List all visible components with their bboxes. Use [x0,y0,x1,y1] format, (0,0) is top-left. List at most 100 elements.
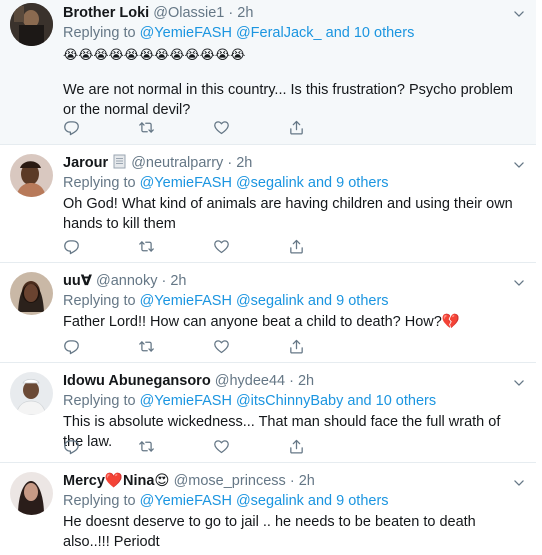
heart-eyes-emoji: 😍 [154,473,170,489]
tweet-header: Jarour @neutralparry · 2h [63,153,524,173]
reply-icon [63,238,80,255]
reply-mentions-link[interactable]: @YemieFASH @segalink [140,175,304,191]
retweet-button[interactable] [138,436,213,456]
replying-to-label: Replying to [63,493,140,509]
user-handle[interactable]: @annoky [96,273,157,289]
reply-mentions-link[interactable]: @YemieFASH @segalink [140,493,304,509]
tweet-actions [63,436,363,456]
reply-others-link[interactable]: and 10 others [343,393,436,409]
like-button[interactable] [213,336,288,356]
replying-to: Replying to @YemieFASH @segalink and 9 o… [63,491,524,511]
share-button[interactable] [288,436,363,456]
avatar[interactable] [10,272,53,315]
reply-mentions-link[interactable]: @YemieFASH @itsChinnyBaby [140,393,344,409]
tweet-item[interactable]: Jarour @neutralparry · 2h Replying to @Y… [0,145,536,263]
chevron-down-icon[interactable] [512,158,526,172]
avatar[interactable] [10,3,53,46]
reply-mentions-link[interactable]: @YemieFASH @segalink [140,293,304,309]
share-button[interactable] [288,336,363,356]
reply-button[interactable] [63,236,138,256]
like-button[interactable] [213,117,288,137]
retweet-button[interactable] [138,117,213,137]
emoji-line: 😭😭😭😭😭😭😭😭😭😭😭😭 [63,47,246,62]
chevron-down-icon[interactable] [512,276,526,290]
retweet-icon [138,338,155,355]
tweet-header: Mercy❤️Nina😍 @mose_princess · 2h [63,471,524,491]
replying-to-label: Replying to [63,293,140,309]
tweet-item[interactable]: uu∀ @annoky · 2h Replying to @YemieFASH … [0,263,536,363]
share-icon [288,238,305,255]
retweet-icon [138,238,155,255]
replying-to-label: Replying to [63,25,140,41]
timestamp[interactable]: 2h [298,373,314,389]
display-name[interactable]: Idowu Abunegansoro [63,373,211,389]
retweet-icon [138,438,155,455]
tweet-text: We are not normal in this country... Is … [63,82,513,118]
share-button[interactable] [288,117,363,137]
separator-dot: · [161,273,167,289]
user-handle[interactable]: @mose_princess [174,473,286,489]
tweet-actions [63,117,363,137]
display-name[interactable]: uu∀ [63,273,92,289]
replying-to-label: Replying to [63,175,140,191]
avatar[interactable] [10,154,53,197]
timestamp[interactable]: 2h [299,473,315,489]
avatar[interactable] [10,372,53,415]
reply-others-link[interactable]: and 9 others [304,493,389,509]
tweet-text: Father Lord!! How can anyone beat a chil… [63,314,460,330]
avatar[interactable] [10,472,53,515]
replying-to: Replying to @YemieFASH @segalink and 9 o… [63,173,524,193]
replying-to: Replying to @YemieFASH @itsChinnyBaby an… [63,391,524,411]
display-name-part[interactable]: Nina [123,473,154,489]
reply-button[interactable] [63,336,138,356]
user-handle[interactable]: @neutralparry [131,155,223,171]
reply-others-link[interactable]: and 9 others [304,175,389,191]
user-handle[interactable]: @hydee44 [215,373,285,389]
share-icon [288,438,305,455]
share-button[interactable] [288,236,363,256]
reply-icon [63,119,80,136]
reply-button[interactable] [63,436,138,456]
tweet-feed: Brother Loki @Olassie1 · 2h Replying to … [0,0,536,555]
share-icon [288,119,305,136]
replying-to: Replying to @YemieFASH @segalink and 9 o… [63,291,524,311]
tweet-item[interactable]: Brother Loki @Olassie1 · 2h Replying to … [0,0,536,145]
retweet-button[interactable] [138,236,213,256]
tweet-item[interactable]: Mercy❤️Nina😍 @mose_princess · 2h Replyin… [0,463,536,555]
user-handle[interactable]: @Olassie1 [153,5,224,21]
retweet-button[interactable] [138,336,213,356]
reply-icon [63,438,80,455]
tweet-text: Oh God! What kind of animals are having … [63,196,513,232]
separator-dot: · [289,473,295,489]
chevron-down-icon[interactable] [512,7,526,21]
tweet-actions [63,236,363,256]
timestamp[interactable]: 2h [237,5,253,21]
reply-others-link[interactable]: and 10 others [322,25,415,41]
separator-dot: · [227,155,233,171]
tweet-item[interactable]: Idowu Abunegansoro @hydee44 · 2h Replyin… [0,363,536,463]
tweet-text: He doesnt deserve to go to jail .. he ne… [63,514,476,550]
document-badge-icon [113,154,126,169]
separator-dot: · [289,373,294,389]
separator-dot: · [228,5,234,21]
timestamp[interactable]: 2h [236,155,252,171]
display-name[interactable]: Brother Loki [63,5,149,21]
chevron-down-icon[interactable] [512,476,526,490]
timestamp[interactable]: 2h [170,273,186,289]
reply-mentions-link[interactable]: @YemieFASH @FeralJack_ [140,25,322,41]
like-icon [213,338,230,355]
reply-button[interactable] [63,117,138,137]
retweet-icon [138,119,155,136]
heart-emoji: ❤️ [104,473,123,489]
display-name-part[interactable]: Mercy [63,473,105,489]
tweet-header: Idowu Abunegansoro @hydee44 · 2h [63,371,524,391]
tweet-actions [63,336,363,356]
like-button[interactable] [213,236,288,256]
like-button[interactable] [213,436,288,456]
display-name[interactable]: Jarour [63,155,108,171]
reply-icon [63,338,80,355]
share-icon [288,338,305,355]
like-icon [213,119,230,136]
reply-others-link[interactable]: and 9 others [304,293,389,309]
chevron-down-icon[interactable] [512,376,526,390]
